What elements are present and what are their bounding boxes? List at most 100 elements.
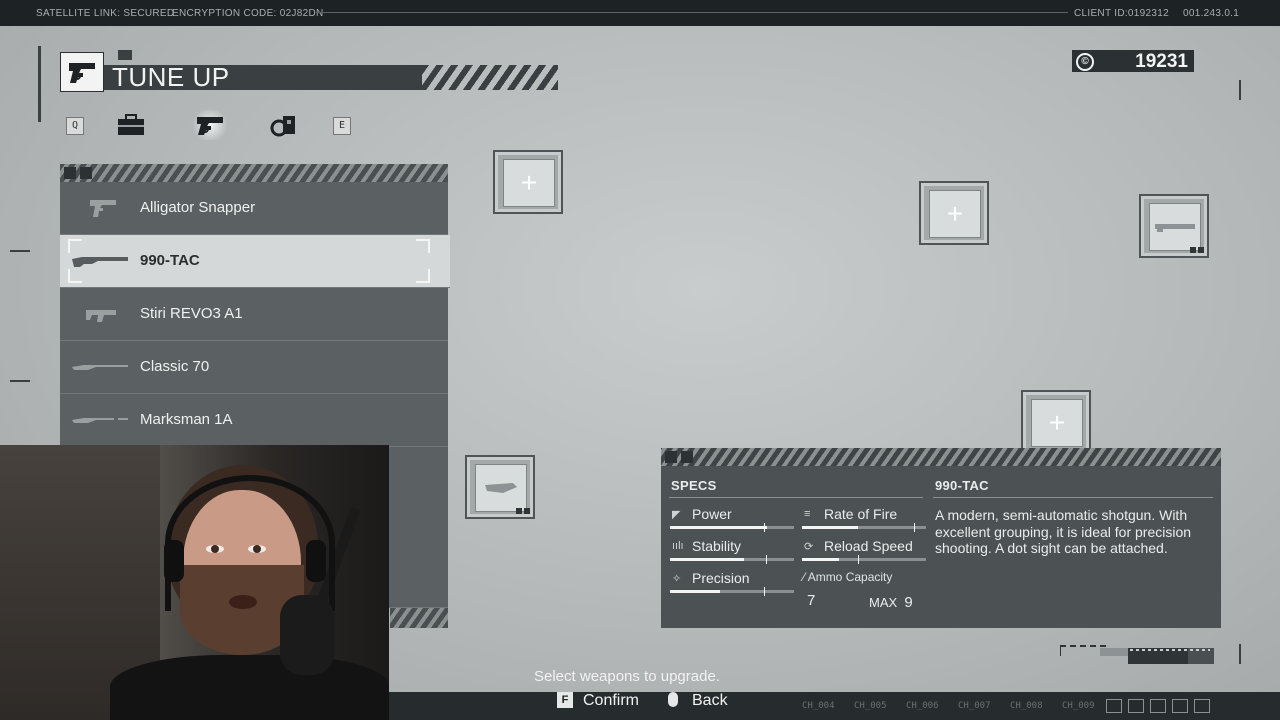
client-id: CLIENT ID:0192312 bbox=[1074, 8, 1169, 19]
plus-icon: + bbox=[503, 159, 555, 207]
title-decoration bbox=[118, 50, 132, 60]
attachment-slot-stock[interactable] bbox=[465, 455, 535, 519]
trash-icon[interactable] bbox=[1194, 699, 1210, 713]
webcam-overlay bbox=[0, 445, 389, 720]
prev-tab-key[interactable]: Q bbox=[66, 117, 84, 135]
stat-bar bbox=[670, 523, 794, 532]
list-footer bbox=[390, 608, 448, 628]
stat-rate-of-fire: ≡ Rate of Fire bbox=[802, 506, 926, 532]
frame-tick bbox=[10, 380, 30, 382]
weapon-name: 990-TAC bbox=[140, 252, 200, 269]
weapon-name: Stiri REVO3 A1 bbox=[140, 305, 243, 322]
channel-label: CH_008 bbox=[1010, 701, 1043, 711]
frame-marker-right bbox=[1239, 80, 1241, 100]
plus-icon: + bbox=[929, 190, 981, 238]
frame-tick bbox=[10, 250, 30, 252]
back-label: Back bbox=[692, 692, 728, 709]
tab-modules[interactable] bbox=[267, 110, 301, 140]
stability-icon: ıılı bbox=[672, 540, 684, 552]
selection-bracket bbox=[68, 269, 82, 283]
description-divider bbox=[933, 497, 1213, 498]
next-tab-key[interactable]: E bbox=[333, 117, 351, 135]
attachment-slot-empty[interactable]: + bbox=[493, 150, 563, 214]
precision-icon: ✧ bbox=[672, 573, 682, 585]
channel-label: CH_006 bbox=[906, 701, 939, 711]
barrel-icon bbox=[1149, 203, 1201, 251]
weapon-item-alligator-snapper[interactable]: Alligator Snapper bbox=[60, 182, 448, 235]
ammo-capacity-label: ⁄ Ammo Capacity bbox=[803, 570, 893, 584]
plus-icon: + bbox=[1031, 399, 1083, 447]
specs-header-stripes bbox=[661, 448, 1221, 466]
rate-of-fire-icon: ≡ bbox=[804, 508, 811, 520]
bottom-bar: CH_004 CH_005 CH_006 CH_007 CH_008 CH_00… bbox=[388, 692, 1280, 720]
channel-label: CH_007 bbox=[958, 701, 991, 711]
power-icon: ◤ bbox=[672, 509, 681, 521]
weapon-name: Alligator Snapper bbox=[140, 199, 256, 216]
encryption-code: ENCRYPTION CODE: 02J82DN bbox=[172, 8, 324, 19]
attachment-slot-barrel[interactable] bbox=[1139, 194, 1209, 258]
weapon-item-marksman-1a[interactable]: Marksman 1A bbox=[60, 394, 448, 447]
title-stripes bbox=[422, 65, 558, 90]
mouse-icon bbox=[668, 692, 678, 707]
stat-stability: ıılı Stability bbox=[670, 538, 794, 564]
frame-marker bbox=[38, 46, 41, 122]
channel-label: CH_005 bbox=[854, 701, 887, 711]
channel-label: CH_009 bbox=[1062, 701, 1095, 711]
decorative-gauge bbox=[1060, 645, 1214, 664]
build-version: 001.243.0.1 bbox=[1183, 8, 1240, 19]
stat-bar bbox=[670, 555, 794, 564]
microphone bbox=[280, 595, 334, 675]
reload-icon: ⟳ bbox=[804, 541, 814, 553]
ammo-max: MAX 9 bbox=[869, 594, 913, 611]
stat-label: Rate of Fire bbox=[824, 506, 898, 522]
attachment-slot-empty[interactable]: + bbox=[1021, 390, 1091, 454]
specs-divider bbox=[669, 497, 923, 498]
ammo-value: 7 bbox=[807, 592, 816, 609]
weapon-item-classic-70[interactable]: Classic 70 bbox=[60, 341, 448, 394]
back-button[interactable]: Back bbox=[668, 692, 728, 710]
hint-text: Select weapons to upgrade. bbox=[534, 668, 720, 685]
specs-weapon-name: 990-TAC bbox=[935, 478, 989, 493]
weapon-description: A modern, semi-automatic shotgun. With e… bbox=[935, 507, 1192, 556]
stat-reload-speed: ⟳ Reload Speed bbox=[802, 538, 926, 564]
streamer-shirt bbox=[110, 655, 389, 720]
stat-precision: ✧ Precision bbox=[670, 570, 794, 596]
attachment-slot-empty[interactable]: + bbox=[919, 181, 989, 245]
tab-weapons[interactable] bbox=[190, 110, 230, 140]
top-status-bar: SATELLITE LINK: SECURED ENCRYPTION CODE:… bbox=[0, 0, 1280, 26]
selection-bracket bbox=[416, 269, 430, 283]
grid-icon[interactable] bbox=[1150, 699, 1166, 713]
frame-marker-right bbox=[1239, 644, 1241, 664]
cube-icon[interactable] bbox=[1106, 699, 1122, 713]
selection-bracket bbox=[68, 239, 82, 253]
confirm-button[interactable]: F Confirm bbox=[557, 692, 639, 710]
stat-power: ◤ Power bbox=[670, 506, 794, 532]
briefcase-icon bbox=[118, 114, 144, 135]
currency-display: © 19231 bbox=[1072, 50, 1194, 72]
specs-heading: SPECS bbox=[671, 478, 717, 493]
stat-label: Reload Speed bbox=[824, 538, 913, 554]
specs-panel: SPECS 990-TAC ◤ Power ≡ Rate of Fire ıılı S… bbox=[661, 466, 1221, 628]
currency-value: 19231 bbox=[1135, 51, 1188, 72]
layers-icon[interactable] bbox=[1128, 699, 1144, 713]
list-header bbox=[60, 164, 448, 182]
weapon-item-990-tac[interactable]: 990-TAC bbox=[60, 235, 450, 288]
tab-briefcase[interactable] bbox=[114, 110, 148, 140]
pistol-icon bbox=[60, 52, 104, 92]
rifle-icon bbox=[72, 365, 128, 370]
weapon-item-stiri-revo3[interactable]: Stiri REVO3 A1 bbox=[60, 288, 448, 341]
status-divider bbox=[316, 12, 1068, 13]
stock-icon bbox=[475, 464, 527, 512]
pistol-icon bbox=[90, 200, 116, 217]
weapon-name: Marksman 1A bbox=[140, 411, 233, 428]
stat-bar bbox=[802, 523, 926, 532]
stat-label: Power bbox=[692, 506, 732, 522]
coin-icon: © bbox=[1076, 53, 1094, 71]
selection-bracket bbox=[416, 239, 430, 253]
folder-icon[interactable] bbox=[1172, 699, 1188, 713]
f-key: F bbox=[557, 692, 573, 708]
stat-label: Stability bbox=[692, 538, 742, 554]
satellite-status: SATELLITE LINK: SECURED bbox=[36, 8, 175, 19]
sniper-icon bbox=[72, 418, 128, 423]
modules-icon bbox=[270, 116, 295, 137]
